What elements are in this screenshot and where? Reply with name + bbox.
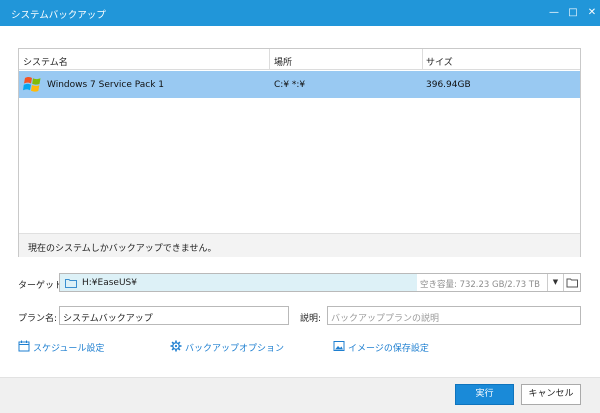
run-button[interactable]: 実行	[455, 384, 514, 405]
list-header: システム名 場所 サイズ	[19, 49, 580, 70]
system-name-cell: Windows 7 Service Pack 1	[47, 80, 165, 90]
size-cell: 396.94GB	[426, 80, 471, 90]
column-header-system-name[interactable]: システム名	[23, 55, 68, 68]
location-cell: C:¥ *:¥	[274, 80, 306, 90]
close-button[interactable]: ✕	[584, 5, 600, 21]
column-header-size[interactable]: サイズ	[426, 55, 453, 68]
cancel-button[interactable]: キャンセル	[521, 384, 581, 405]
backup-options-link-label[interactable]: バックアップオプション	[185, 341, 284, 354]
windows-logo-icon	[23, 77, 41, 92]
maximize-button[interactable]: □	[565, 5, 581, 21]
plan-name-label: プラン名:	[18, 314, 58, 324]
column-separator[interactable]	[422, 49, 423, 70]
image-settings-link-label[interactable]: イメージの保存設定	[348, 341, 429, 354]
target-field[interactable]: H:¥EaseUS¥ 空き容量: 732.23 GB/2.73 TB ▼	[59, 273, 581, 292]
folder-icon	[65, 279, 77, 288]
column-header-location[interactable]: 場所	[274, 55, 292, 68]
description-label: 説明:	[300, 314, 322, 324]
image-icon	[333, 341, 345, 351]
plan-name-input[interactable]: システムバックアップ	[59, 306, 289, 325]
window-title: システムバックアップ	[11, 10, 106, 21]
description-input[interactable]: バックアッププランの説明	[327, 306, 581, 325]
target-path: H:¥EaseUS¥	[82, 278, 137, 288]
schedule-link-label[interactable]: スケジュール設定	[33, 341, 104, 354]
gear-icon	[170, 340, 182, 352]
title-bar: システムバックアップ — □ ✕	[0, 0, 600, 26]
minimize-button[interactable]: —	[546, 5, 562, 21]
system-list: システム名 場所 サイズ Windows 7 Service Pack 1 C:…	[18, 48, 581, 257]
target-dropdown-button[interactable]: ▼	[547, 274, 563, 291]
calendar-icon	[18, 340, 30, 352]
free-space-text: 空き容量: 732.23 GB/2.73 TB	[417, 274, 547, 291]
column-separator[interactable]	[269, 49, 270, 70]
folder-open-icon	[566, 278, 578, 288]
list-footer: 現在のシステムしかバックアップできません。	[19, 233, 580, 257]
table-row[interactable]: Windows 7 Service Pack 1 C:¥ *:¥ 396.94G…	[19, 71, 580, 98]
footer-note: 現在のシステムしかバックアップできません。	[28, 244, 217, 254]
browse-folder-button[interactable]	[563, 274, 580, 291]
